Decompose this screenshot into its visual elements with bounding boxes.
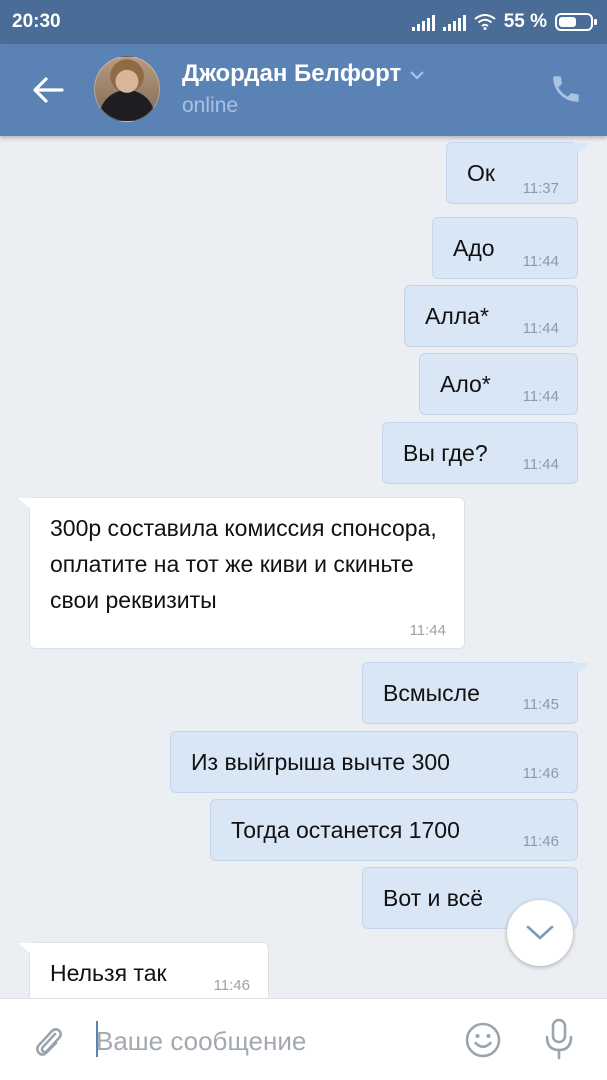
signal-icon: [442, 13, 466, 31]
message-time: 11:37: [522, 180, 559, 197]
status-bar: 20:30 55 %: [0, 0, 607, 44]
paperclip-icon[interactable]: [30, 1021, 66, 1061]
message-text: Вы где?: [403, 440, 488, 466]
message-incoming[interactable]: Нельзя так 11:46: [18, 942, 269, 998]
message-text: Всмысле: [383, 680, 480, 706]
battery-icon: [555, 13, 597, 31]
back-arrow-icon[interactable]: [28, 72, 68, 108]
message-outgoing[interactable]: Адо 11:44: [432, 217, 578, 279]
message-text: Нельзя так: [50, 960, 167, 986]
message-text: Вот и всё: [383, 885, 484, 911]
message-time: 11:44: [522, 253, 559, 270]
message-outgoing[interactable]: Всмысле 11:45: [362, 662, 589, 724]
bubble-tail: [573, 143, 589, 157]
chevron-down-icon: [526, 925, 554, 940]
message-text: Ок: [467, 160, 495, 186]
message-input-bar: [0, 998, 607, 1080]
scroll-down-button[interactable]: [507, 900, 573, 966]
status-time: 20:30: [12, 11, 61, 32]
message-outgoing[interactable]: Алла* 11:44: [404, 285, 578, 347]
message-text: Алла*: [425, 303, 489, 329]
avatar[interactable]: [94, 56, 160, 122]
message-list[interactable]: Ок 11:37 Адо 11:44 Алла* 11:44 Ало* 11:4…: [0, 136, 607, 998]
message-time: 11:44: [522, 456, 559, 473]
message-time: 11:46: [522, 765, 559, 782]
message-time: 11:44: [409, 622, 446, 639]
emoji-icon[interactable]: [464, 1021, 502, 1059]
message-time: 11:44: [522, 320, 559, 337]
message-text: Из выйгрыша вычте 300: [191, 749, 450, 775]
phone-icon[interactable]: [549, 72, 583, 106]
battery-percent: 55 %: [503, 11, 547, 32]
message-outgoing[interactable]: Вы где? 11:44: [382, 422, 578, 484]
chevron-down-icon: [410, 70, 425, 80]
message-outgoing[interactable]: Тогда останется 1700 11:46: [210, 799, 578, 861]
bubble-tail: [18, 498, 34, 512]
signal-icon: [411, 13, 435, 31]
message-time: 11:46: [522, 833, 559, 850]
message-input[interactable]: [96, 1019, 436, 1063]
bubble-tail: [573, 663, 589, 677]
wifi-icon: [474, 14, 496, 30]
bubble-tail: [18, 943, 34, 957]
message-time: 11:45: [522, 696, 559, 713]
microphone-icon[interactable]: [542, 1017, 576, 1061]
message-time: 11:46: [213, 977, 250, 994]
chat-header: Джордан Белфорт online: [0, 44, 607, 136]
message-time: 11:44: [522, 388, 559, 405]
message-text: Ало*: [440, 371, 491, 397]
contact-name-row[interactable]: Джордан Белфорт: [182, 60, 425, 88]
message-text: Тогда останется 1700: [231, 817, 460, 843]
message-outgoing[interactable]: Ало* 11:44: [419, 353, 578, 415]
message-incoming[interactable]: 300р составила комиссия спонсора, оплати…: [18, 497, 465, 649]
status-icons: 55 %: [411, 11, 597, 33]
contact-status: online: [182, 94, 239, 117]
message-outgoing[interactable]: Из выйгрыша вычте 300 11:46: [170, 731, 578, 793]
contact-name: Джордан Белфорт: [182, 60, 402, 87]
message-text: 300р составила комиссия спонсора, оплати…: [50, 515, 437, 613]
message-text: Адо: [453, 235, 495, 261]
message-outgoing[interactable]: Ок 11:37: [446, 142, 589, 204]
